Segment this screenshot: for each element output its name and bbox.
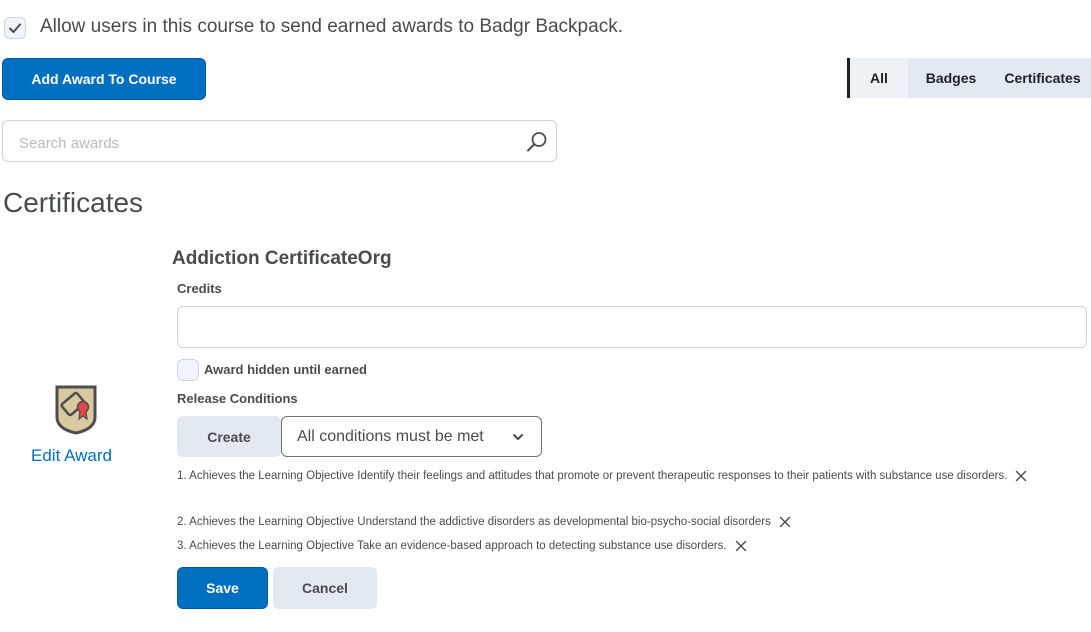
edit-award-link[interactable]: Edit Award <box>31 446 112 466</box>
filter-badges[interactable]: Badges <box>908 58 994 98</box>
conditions-select[interactable]: All conditions must be met <box>281 416 542 457</box>
condition-text: 1. Achieves the Learning Objective Ident… <box>177 470 1008 482</box>
certificate-badge-icon <box>55 385 97 435</box>
condition-item-1: 1. Achieves the Learning Objective Ident… <box>177 465 1077 487</box>
remove-condition-icon[interactable] <box>779 516 791 528</box>
create-condition-button[interactable]: Create <box>177 416 281 457</box>
checkmark-icon <box>9 23 21 33</box>
allow-backpack-checkbox[interactable] <box>4 17 26 39</box>
release-conditions-label: Release Conditions <box>177 391 298 406</box>
award-filter-tabs: All Badges Certificates <box>847 58 1091 98</box>
condition-text: 3. Achieves the Learning Objective Take … <box>177 540 727 552</box>
conditions-select-value: All conditions must be met <box>297 427 484 445</box>
credits-input[interactable] <box>177 306 1087 348</box>
search-icon[interactable] <box>525 130 549 154</box>
section-title: Certificates <box>3 187 144 218</box>
cancel-button[interactable]: Cancel <box>273 567 377 609</box>
award-title: Addiction CertificateOrg <box>172 248 392 269</box>
credits-label: Credits <box>177 281 222 296</box>
condition-text: 2. Achieves the Learning Objective Under… <box>177 516 771 528</box>
remove-condition-icon[interactable] <box>735 540 747 552</box>
chevron-down-icon <box>513 434 523 440</box>
add-award-button[interactable]: Add Award To Course <box>2 58 206 100</box>
hidden-until-earned-checkbox[interactable] <box>177 359 199 381</box>
save-button[interactable]: Save <box>177 567 268 609</box>
allow-backpack-label: Allow users in this course to send earne… <box>40 16 623 37</box>
condition-item-3: 3. Achieves the Learning Objective Take … <box>177 535 1077 557</box>
remove-condition-icon[interactable] <box>1015 470 1027 482</box>
filter-all[interactable]: All <box>847 58 908 98</box>
search-box <box>2 120 557 162</box>
search-input[interactable] <box>17 131 501 155</box>
filter-certificates[interactable]: Certificates <box>994 58 1091 98</box>
condition-item-2: 2. Achieves the Learning Objective Under… <box>177 511 1077 533</box>
hidden-until-earned-label: Award hidden until earned <box>204 362 368 377</box>
